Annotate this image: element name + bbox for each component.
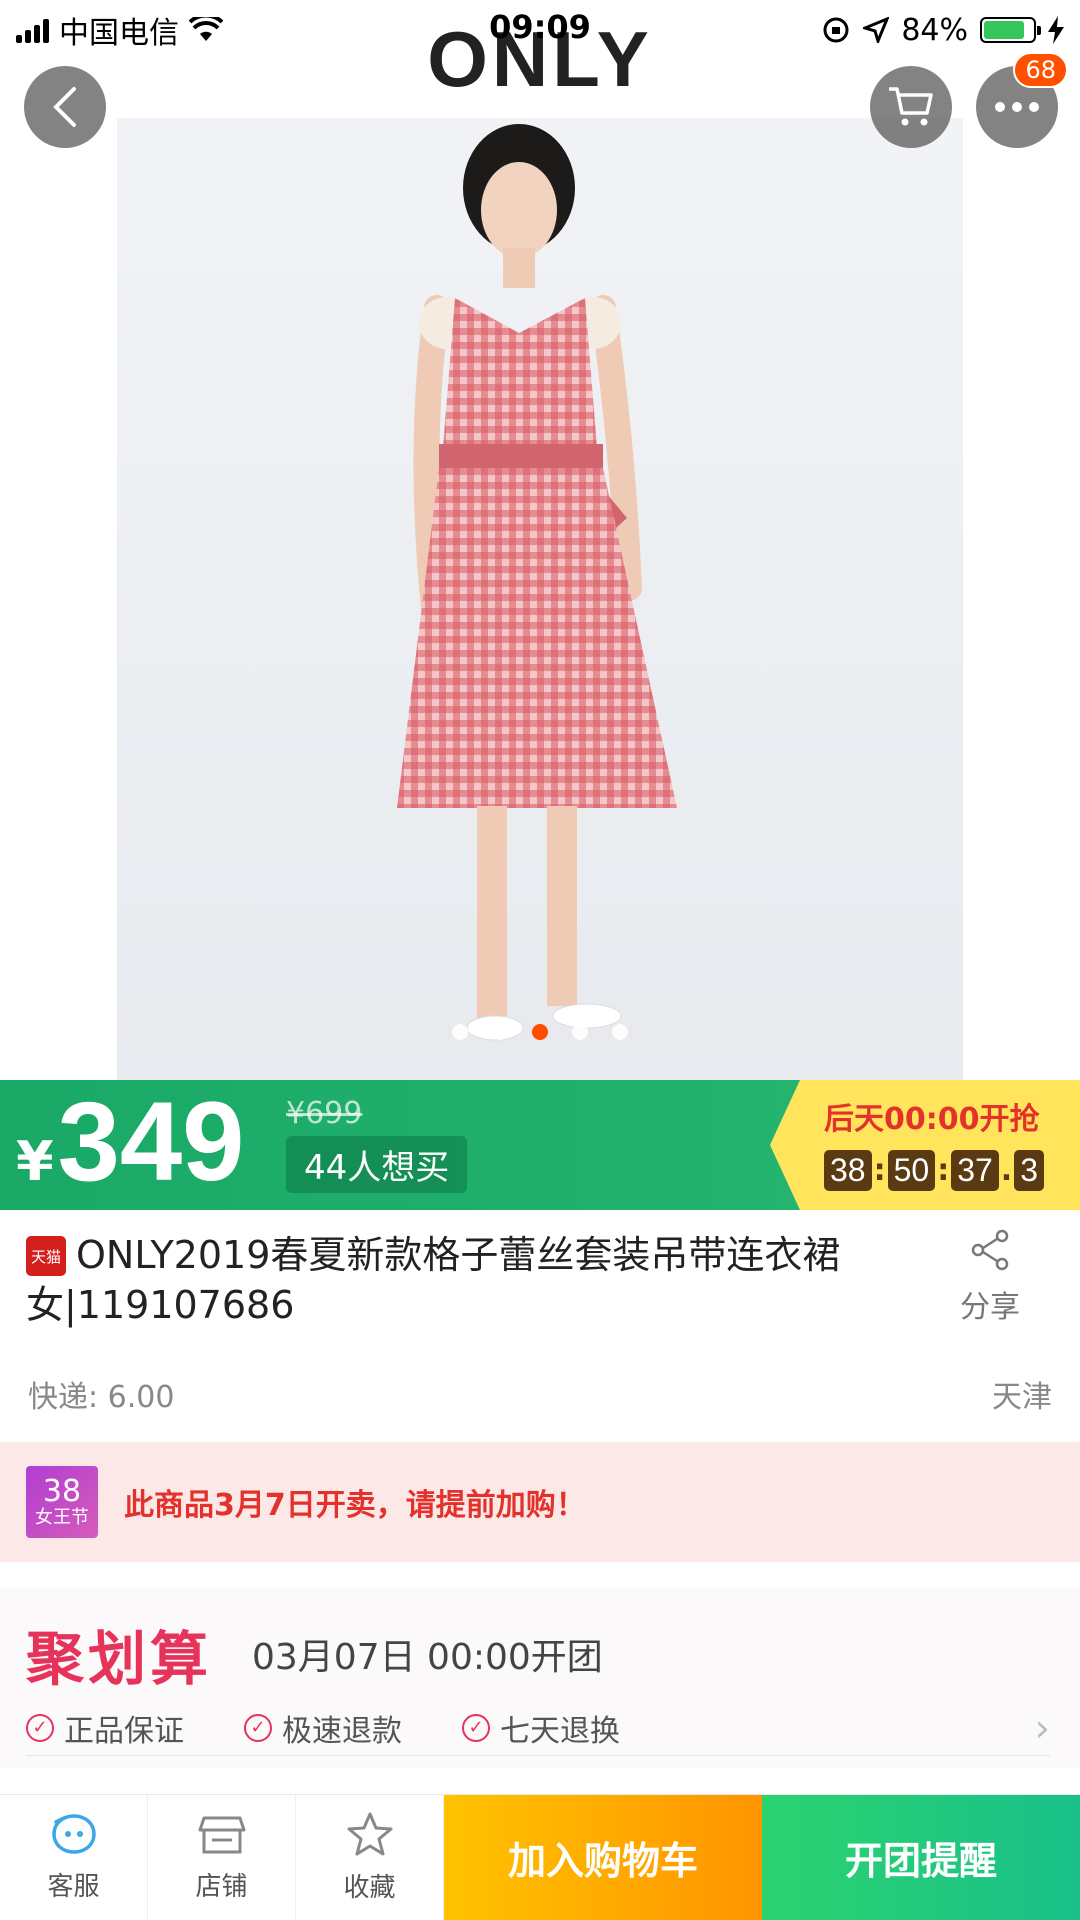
carousel-dot[interactable] xyxy=(452,1024,468,1040)
carousel-dot[interactable] xyxy=(612,1024,628,1040)
countdown-timer: 38 : 50 : 37 . 3 xyxy=(824,1150,1080,1191)
share-label: 分享 xyxy=(960,1290,1020,1325)
juhuasuan-section: 聚划算 03月07日 00:00开团 ✓ 正品保证 ✓ 极速退款 ✓ 七天退换 … xyxy=(0,1588,1080,1768)
carousel-indicator xyxy=(117,1024,963,1040)
countdown-title: 后天00:00开抢 xyxy=(824,1102,1040,1137)
countdown-panel: 后天00:00开抢 38 : 50 : 37 . 3 xyxy=(770,1080,1080,1210)
countdown-seconds: 37 xyxy=(951,1150,999,1191)
festival-badge-label: 女王节 xyxy=(35,1507,89,1528)
price-value: 349 xyxy=(57,1079,245,1204)
guarantee-label: 正品保证 xyxy=(64,1713,184,1749)
check-icon: ✓ xyxy=(26,1713,54,1742)
guarantee-label: 极速退款 xyxy=(282,1713,402,1749)
customer-service-icon xyxy=(51,1814,96,1854)
favorite-label: 收藏 xyxy=(343,1873,396,1903)
battery-icon xyxy=(980,17,1041,43)
battery-percent: 84% xyxy=(901,12,968,48)
original-price: ¥699 xyxy=(286,1096,363,1131)
star-icon xyxy=(347,1812,392,1856)
store-label: 店铺 xyxy=(195,1872,248,1902)
charging-icon xyxy=(1048,16,1064,44)
share-button[interactable]: 分享 xyxy=(940,1228,1040,1326)
more-icon xyxy=(995,102,1039,112)
carousel-dot[interactable] xyxy=(532,1024,548,1040)
signal-icon xyxy=(16,17,49,43)
countdown-tenths: 3 xyxy=(1014,1150,1044,1191)
rotation-lock-icon xyxy=(823,17,849,43)
countdown-hours: 38 xyxy=(824,1150,872,1191)
cart-icon xyxy=(889,87,933,126)
more-button[interactable]: 68 xyxy=(976,52,1068,148)
juhuasuan-logo: 聚划算 xyxy=(26,1625,213,1693)
carrier-label: 中国电信 xyxy=(59,16,179,51)
carousel-dot[interactable] xyxy=(492,1024,508,1040)
promo-banner[interactable]: 38 女王节 此商品3月7日开卖，请提前加购！ xyxy=(0,1442,1080,1562)
wifi-icon xyxy=(189,17,223,41)
notification-badge: 68 xyxy=(1013,52,1068,88)
festival-badge-number: 38 xyxy=(42,1474,82,1509)
juhuasuan-date: 03月07日 00:00开团 xyxy=(252,1637,603,1678)
store-button[interactable]: 店铺 xyxy=(148,1795,296,1920)
promo-text: 此商品3月7日开卖，请提前加购！ xyxy=(124,1488,586,1523)
guarantees-row[interactable]: ✓ 正品保证 ✓ 极速退款 ✓ 七天退换 › xyxy=(26,1700,1050,1756)
status-left: 中国电信 xyxy=(16,8,223,52)
currency-symbol: ¥ xyxy=(16,1130,54,1193)
want-count-tag: 44人想买 xyxy=(286,1136,468,1193)
product-photo xyxy=(397,124,677,1041)
shipping-fee: 快递: 6.00 xyxy=(28,1380,175,1415)
current-price: ¥ 349 xyxy=(16,1086,244,1198)
store-icon xyxy=(198,1816,245,1854)
back-button[interactable] xyxy=(24,66,106,148)
bottom-action-bar: 客服 店铺 收藏 加入购物车 开团提醒 xyxy=(0,1794,1080,1920)
check-icon: ✓ xyxy=(462,1713,490,1742)
check-icon: ✓ xyxy=(244,1713,272,1742)
guarantee-item: ✓ 正品保证 xyxy=(26,1706,184,1750)
favorite-button[interactable]: 收藏 xyxy=(296,1795,444,1920)
festival-badge: 38 女王节 xyxy=(26,1466,98,1538)
shipping-row: 快递: 6.00 天津 xyxy=(0,1346,1080,1442)
carousel-dot[interactable] xyxy=(572,1024,588,1040)
share-icon xyxy=(971,1229,1009,1271)
product-title-area: 天猫 ONLY2019春夏新款格子蕾丝套装吊带连衣裙女|119107686 分享 xyxy=(0,1210,1080,1346)
group-remind-button[interactable]: 开团提醒 xyxy=(762,1795,1080,1920)
service-label: 客服 xyxy=(47,1872,100,1902)
guarantee-item: ✓ 七天退换 xyxy=(462,1706,620,1750)
service-button[interactable]: 客服 xyxy=(0,1795,148,1920)
cart-button[interactable] xyxy=(870,66,952,148)
shipping-location: 天津 xyxy=(992,1380,1052,1415)
chevron-right-icon: › xyxy=(1034,1705,1050,1750)
battery-level xyxy=(984,21,1025,39)
countdown-minutes: 50 xyxy=(887,1150,936,1191)
guarantee-label: 七天退换 xyxy=(500,1713,620,1749)
price-bar: ¥ 349 ¥699 44人想买 后天00:00开抢 38 : 50 : 37 … xyxy=(0,1080,1080,1210)
product-image-carousel[interactable] xyxy=(117,118,963,1080)
chevron-left-icon xyxy=(53,87,76,127)
status-right: 84% xyxy=(821,13,1064,48)
status-bar: 中国电信 09:09 84% xyxy=(0,0,1080,60)
product-title: ONLY2019春夏新款格子蕾丝套装吊带连衣裙女|119107686 xyxy=(26,1233,841,1327)
location-icon xyxy=(863,17,890,43)
add-to-cart-button[interactable]: 加入购物车 xyxy=(444,1795,762,1920)
guarantee-item: ✓ 极速退款 xyxy=(244,1706,402,1750)
